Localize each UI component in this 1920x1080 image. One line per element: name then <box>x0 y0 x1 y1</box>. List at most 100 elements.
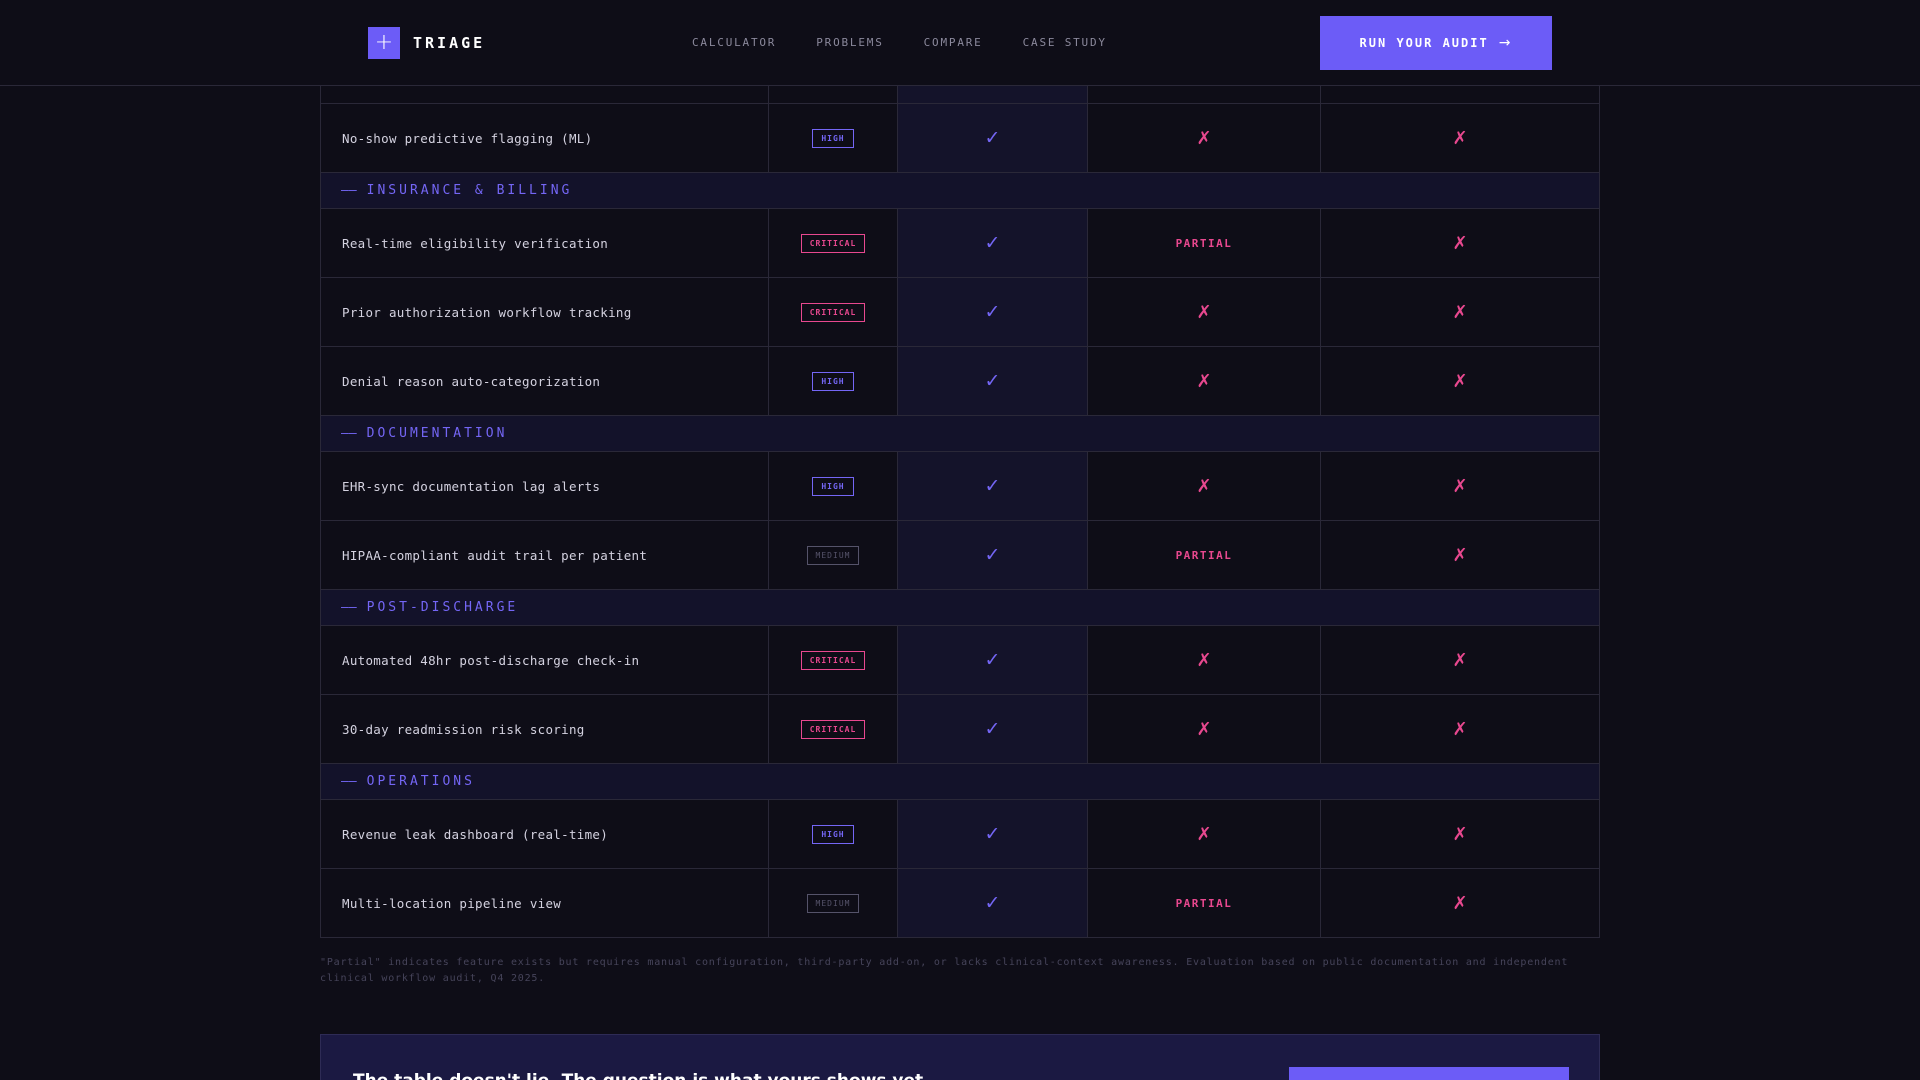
priority-badge: CRITICAL <box>800 233 866 253</box>
cross-icon: ✗ <box>1452 649 1468 671</box>
triage-cell: ✓ <box>898 521 1088 589</box>
category-dash: —— <box>341 183 357 198</box>
cross-icon: ✗ <box>1452 370 1468 392</box>
table-row: Revenue leak dashboard (real-time) HIGH ✓ ✗… <box>321 799 1599 868</box>
competitor-a-cell: ✗ <box>1088 626 1321 694</box>
feature-name: Multi-location pipeline view <box>321 869 769 937</box>
banner-cta-button[interactable] <box>1289 1067 1569 1080</box>
category-header: —— DOCUMENTATION <box>321 415 1599 451</box>
category-dash: —— <box>341 774 357 789</box>
cross-icon: ✗ <box>1452 892 1468 914</box>
competitor-b-cell: ✗ <box>1321 209 1599 277</box>
feature-name: Revenue leak dashboard (real-time) <box>321 800 769 868</box>
table-row: 30-day readmission risk scoring CRITICAL ✓… <box>321 694 1599 763</box>
table-row: Prior authorization workflow tracking CRI… <box>321 277 1599 346</box>
check-icon: ✓ <box>984 823 1001 845</box>
nav-link-compare[interactable]: COMPARE <box>924 36 983 49</box>
table-row: Automated 48hr post-discharge check-in CR… <box>321 625 1599 694</box>
competitor-a-cell: PARTIAL <box>1088 869 1321 937</box>
feature-name: EHR-sync documentation lag alerts <box>321 452 769 520</box>
category-label: POST-DISCHARGE <box>366 600 519 615</box>
competitor-a-cell: ✗ <box>1088 104 1321 172</box>
check-icon: ✓ <box>984 892 1001 914</box>
nav-link-problems[interactable]: PROBLEMS <box>816 36 883 49</box>
main-nav: CALCULATOR PROBLEMS COMPARE CASE STUDY <box>692 36 1147 49</box>
check-icon: ✓ <box>984 301 1001 323</box>
feature-name: Prior authorization workflow tracking <box>321 278 769 346</box>
competitor-a-cell: ✗ <box>1088 695 1321 763</box>
priority-badge: MEDIUM <box>806 545 860 565</box>
check-icon: ✓ <box>984 544 1001 566</box>
plus-icon: + <box>368 27 400 59</box>
competitor-a-cell: PARTIAL <box>1088 521 1321 589</box>
table-row: HIPAA-compliant audit trail per patient M… <box>321 520 1599 589</box>
cross-icon: ✗ <box>1452 232 1468 254</box>
priority-cell: CRITICAL <box>769 695 898 763</box>
cross-icon: ✗ <box>1452 718 1468 740</box>
nav-link-calculator[interactable]: CALCULATOR <box>692 36 776 49</box>
triage-cell: ✓ <box>898 104 1088 172</box>
table-row: Multi-location pipeline view MEDIUM ✓ PARTI… <box>321 868 1599 937</box>
competitor-b-cell: ✗ <box>1321 278 1599 346</box>
table-row-partial <box>321 86 1599 103</box>
cross-icon: ✗ <box>1452 823 1468 845</box>
table-row: Denial reason auto-categorization HIGH ✓ ✗ ✗ <box>321 346 1599 415</box>
feature-name: No-show predictive flagging (ML) <box>321 104 769 172</box>
nav-link-case-study[interactable]: CASE STUDY <box>1023 36 1107 49</box>
category-header: —— OPERATIONS <box>321 763 1599 799</box>
priority-badge: HIGH <box>812 371 854 391</box>
competitor-a-cell: ✗ <box>1088 800 1321 868</box>
priority-cell: CRITICAL <box>769 278 898 346</box>
banner-headline: The table doesn't lie. The question is w… <box>353 1071 923 1080</box>
cross-icon: ✗ <box>1196 649 1212 671</box>
competitor-b-cell: ✗ <box>1321 869 1599 937</box>
competitor-b-cell: ✗ <box>1321 452 1599 520</box>
check-icon: ✓ <box>984 475 1001 497</box>
priority-cell: MEDIUM <box>769 869 898 937</box>
table-footnote: "Partial" indicates feature exists but r… <box>320 957 1569 984</box>
triage-cell: ✓ <box>898 800 1088 868</box>
arrow-right-icon: → <box>1498 35 1513 51</box>
feature-comparison-table: No-show predictive flagging (ML) HIGH ✓ ✗ ✗ —… <box>320 86 1600 938</box>
cross-icon: ✗ <box>1196 475 1212 497</box>
table-row: Real-time eligibility verification CRITIC… <box>321 208 1599 277</box>
competitor-a-cell: PARTIAL <box>1088 209 1321 277</box>
competitor-b-cell: ✗ <box>1321 347 1599 415</box>
priority-badge: CRITICAL <box>800 302 866 322</box>
triage-cell: ✓ <box>898 209 1088 277</box>
category-dash: —— <box>341 600 357 615</box>
partial-label: PARTIAL <box>1175 548 1233 562</box>
cross-icon: ✗ <box>1196 370 1212 392</box>
check-icon: ✓ <box>984 718 1001 740</box>
feature-name: HIPAA-compliant audit trail per patient <box>321 521 769 589</box>
cross-icon: ✗ <box>1452 301 1468 323</box>
cross-icon: ✗ <box>1452 544 1468 566</box>
priority-badge: CRITICAL <box>800 719 866 739</box>
priority-cell: HIGH <box>769 452 898 520</box>
competitor-b-cell: ✗ <box>1321 626 1599 694</box>
competitor-b-cell: ✗ <box>1321 104 1599 172</box>
competitor-a-cell: ✗ <box>1088 278 1321 346</box>
category-label: INSURANCE & BILLING <box>366 183 573 198</box>
run-audit-button[interactable]: RUN YOUR AUDIT → <box>1320 16 1552 70</box>
partial-label: PARTIAL <box>1175 236 1233 250</box>
run-audit-label: RUN YOUR AUDIT <box>1359 36 1489 50</box>
priority-cell: HIGH <box>769 800 898 868</box>
partial-label: PARTIAL <box>1175 896 1233 910</box>
cross-icon: ✗ <box>1196 301 1212 323</box>
priority-badge: MEDIUM <box>806 893 860 913</box>
triage-cell: ✓ <box>898 869 1088 937</box>
priority-badge: HIGH <box>812 824 854 844</box>
category-header: —— INSURANCE & BILLING <box>321 172 1599 208</box>
brand-logo[interactable]: + TRIAGE <box>368 27 485 59</box>
check-icon: ✓ <box>984 232 1001 254</box>
brand-name: TRIAGE <box>413 34 486 52</box>
competitor-a-cell: ✗ <box>1088 347 1321 415</box>
table-row: EHR-sync documentation lag alerts HIGH ✓ ✗ ✗ <box>321 451 1599 520</box>
feature-name: Automated 48hr post-discharge check-in <box>321 626 769 694</box>
top-navigation-bar: + TRIAGE CALCULATOR PROBLEMS COMPARE CAS… <box>0 0 1920 86</box>
table-body: No-show predictive flagging (ML) HIGH ✓ ✗ ✗ —… <box>321 103 1599 937</box>
feature-name: 30-day readmission risk scoring <box>321 695 769 763</box>
priority-cell: HIGH <box>769 347 898 415</box>
cross-icon: ✗ <box>1196 127 1212 149</box>
